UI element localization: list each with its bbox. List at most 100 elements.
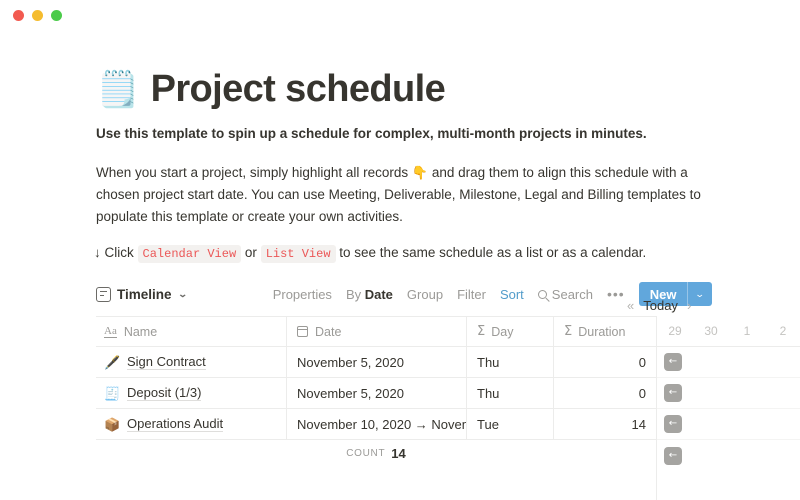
page-content: 🗒️ Project schedule Use this template to… — [0, 34, 800, 500]
cell-date[interactable]: November 5, 2020 — [286, 346, 466, 378]
table-row[interactable]: 🖋️ Sign Contract November 5, 2020 Thu 0 — [96, 346, 656, 378]
filter-button[interactable]: Filter — [457, 287, 486, 302]
record-name-link[interactable]: Operations Audit — [127, 416, 224, 432]
group-by-prefix: By — [345, 286, 365, 302]
cell-day[interactable]: Tue — [466, 408, 553, 440]
down-arrow-icon: ↓ — [94, 245, 101, 260]
timeline-view-icon — [96, 286, 111, 302]
count-value: 14 — [391, 445, 406, 461]
timeline-pane: « Today › 29 30 1 2 ← ← ← ← — [627, 298, 800, 500]
column-header-day-label: Day — [491, 324, 514, 339]
timeline-row: ← — [657, 440, 800, 471]
app-window: 🗒️ Project schedule Use this template to… — [0, 0, 800, 500]
paragraph-text-before: When you start a project, simply highlig… — [96, 165, 412, 180]
timeline-date-tick: 1 — [743, 324, 751, 338]
cell-duration[interactable]: 0 — [553, 346, 656, 378]
timeline-date-tick: 29 — [668, 324, 682, 338]
column-header-day[interactable]: Σ Day — [466, 316, 553, 347]
calendar-icon — [297, 326, 308, 337]
timeline-date-tick: 2 — [779, 324, 787, 338]
records-table: Aa Name Date Σ Day Σ Duration 🖋️ Sign Co… — [96, 316, 656, 466]
timeline-rows: ← ← ← ← — [657, 347, 800, 471]
column-header-duration[interactable]: Σ Duration — [553, 316, 656, 347]
click-hint-joiner: or — [244, 245, 257, 260]
timeline-date-tick: 30 — [704, 324, 718, 338]
cell-name[interactable]: 🖋️ Sign Contract — [96, 354, 286, 370]
cell-day[interactable]: Thu — [466, 377, 553, 409]
click-hint-line: ↓ Click Calendar View or List View to se… — [94, 243, 734, 263]
sort-button[interactable]: Sort — [500, 287, 524, 302]
timeline-row: ← — [657, 378, 800, 409]
column-header-date-label: Date — [315, 324, 342, 339]
table-header-row: Aa Name Date Σ Day Σ Duration — [96, 316, 656, 347]
column-header-name[interactable]: Aa Name — [96, 325, 286, 339]
page-title-text[interactable]: Project schedule — [151, 70, 446, 108]
scroll-to-record-button[interactable]: ← — [664, 353, 682, 371]
timeline-today-button[interactable]: Today — [643, 298, 678, 313]
scroll-to-record-button[interactable]: ← — [664, 446, 682, 465]
cell-duration[interactable]: 14 — [553, 408, 656, 440]
cell-day-value: Tue — [477, 416, 499, 432]
cell-date[interactable]: November 5, 2020 — [286, 377, 466, 409]
cell-date[interactable]: November 10, 2020 → Novemb — [286, 408, 466, 440]
search-button[interactable]: Search — [537, 286, 593, 302]
sigma-icon: Σ — [564, 324, 573, 339]
table-row[interactable]: 📦 Operations Audit November 10, 2020 → N… — [96, 408, 656, 440]
cell-duration-value: 14 — [631, 416, 646, 432]
maximize-window-button[interactable] — [51, 10, 62, 21]
close-window-button[interactable] — [13, 10, 24, 21]
pen-nib-icon: 🖋️ — [104, 354, 121, 370]
list-view-code[interactable]: List View — [260, 245, 336, 263]
cell-duration-value: 0 — [638, 354, 646, 370]
page-paragraph: When you start a project, simply highlig… — [96, 162, 711, 228]
cell-date-value: November 5, 2020 — [297, 354, 404, 370]
cell-duration[interactable]: 0 — [553, 377, 656, 409]
group-by-value: Date — [364, 286, 393, 302]
window-controls — [13, 10, 62, 21]
cell-day[interactable]: Thu — [466, 346, 553, 378]
arrow-left-icon: ← — [668, 449, 678, 461]
view-tab-timeline[interactable]: Timeline ⌄ — [96, 286, 188, 302]
page-lede: Use this template to spin up a schedule … — [96, 126, 647, 141]
timeline-date-header: 29 30 1 2 — [657, 316, 800, 347]
text-aa-icon: Aa — [104, 324, 117, 339]
pointing-down-hand-icon: 👇 — [411, 165, 429, 180]
page-title: 🗒️ Project schedule — [96, 69, 446, 109]
click-hint-prefix: Click — [104, 245, 134, 260]
more-options-button[interactable]: ••• — [607, 287, 625, 301]
group-by-button[interactable]: By Date — [346, 287, 393, 302]
search-label: Search — [551, 286, 593, 302]
arrow-left-icon: ← — [668, 387, 678, 398]
click-hint-suffix: to see the same schedule as a list or as… — [339, 245, 647, 260]
package-icon: 📦 — [104, 416, 121, 432]
table-row[interactable]: 🧾 Deposit (1/3) November 5, 2020 Thu 0 — [96, 377, 656, 409]
cell-duration-value: 0 — [638, 385, 646, 401]
column-header-duration-label: Duration — [578, 324, 626, 339]
column-header-date[interactable]: Date — [286, 316, 466, 347]
timeline-next-button[interactable]: › — [687, 299, 691, 312]
sigma-icon: Σ — [477, 324, 486, 339]
chevron-down-icon: ⌄ — [177, 288, 188, 299]
scroll-to-record-button[interactable]: ← — [664, 415, 682, 433]
calendar-view-code[interactable]: Calendar View — [137, 245, 242, 263]
cell-name[interactable]: 🧾 Deposit (1/3) — [96, 385, 286, 401]
window-titlebar — [0, 0, 800, 34]
cell-date-value: November 10, 2020 → Novemb — [297, 416, 466, 432]
timeline-row: ← — [657, 409, 800, 440]
search-icon — [537, 289, 547, 299]
cell-day-value: Thu — [477, 385, 500, 401]
record-name-link[interactable]: Sign Contract — [127, 354, 206, 370]
database-toolbar: Timeline ⌄ Properties By Date Group Filt… — [96, 279, 712, 309]
notepad-icon: 🗒️ — [96, 69, 140, 109]
record-name-link[interactable]: Deposit (1/3) — [127, 385, 202, 401]
scroll-to-record-button[interactable]: ← — [664, 384, 682, 402]
properties-button[interactable]: Properties — [273, 287, 332, 302]
group-button[interactable]: Group — [407, 287, 443, 302]
table-footer-count[interactable]: COUNT 14 — [96, 440, 656, 466]
column-header-name-label: Name — [123, 324, 158, 339]
timeline-prev-button[interactable]: « — [627, 299, 634, 312]
timeline-row: ← — [657, 347, 800, 378]
receipt-icon: 🧾 — [104, 385, 121, 401]
cell-name[interactable]: 📦 Operations Audit — [96, 416, 286, 432]
minimize-window-button[interactable] — [32, 10, 43, 21]
